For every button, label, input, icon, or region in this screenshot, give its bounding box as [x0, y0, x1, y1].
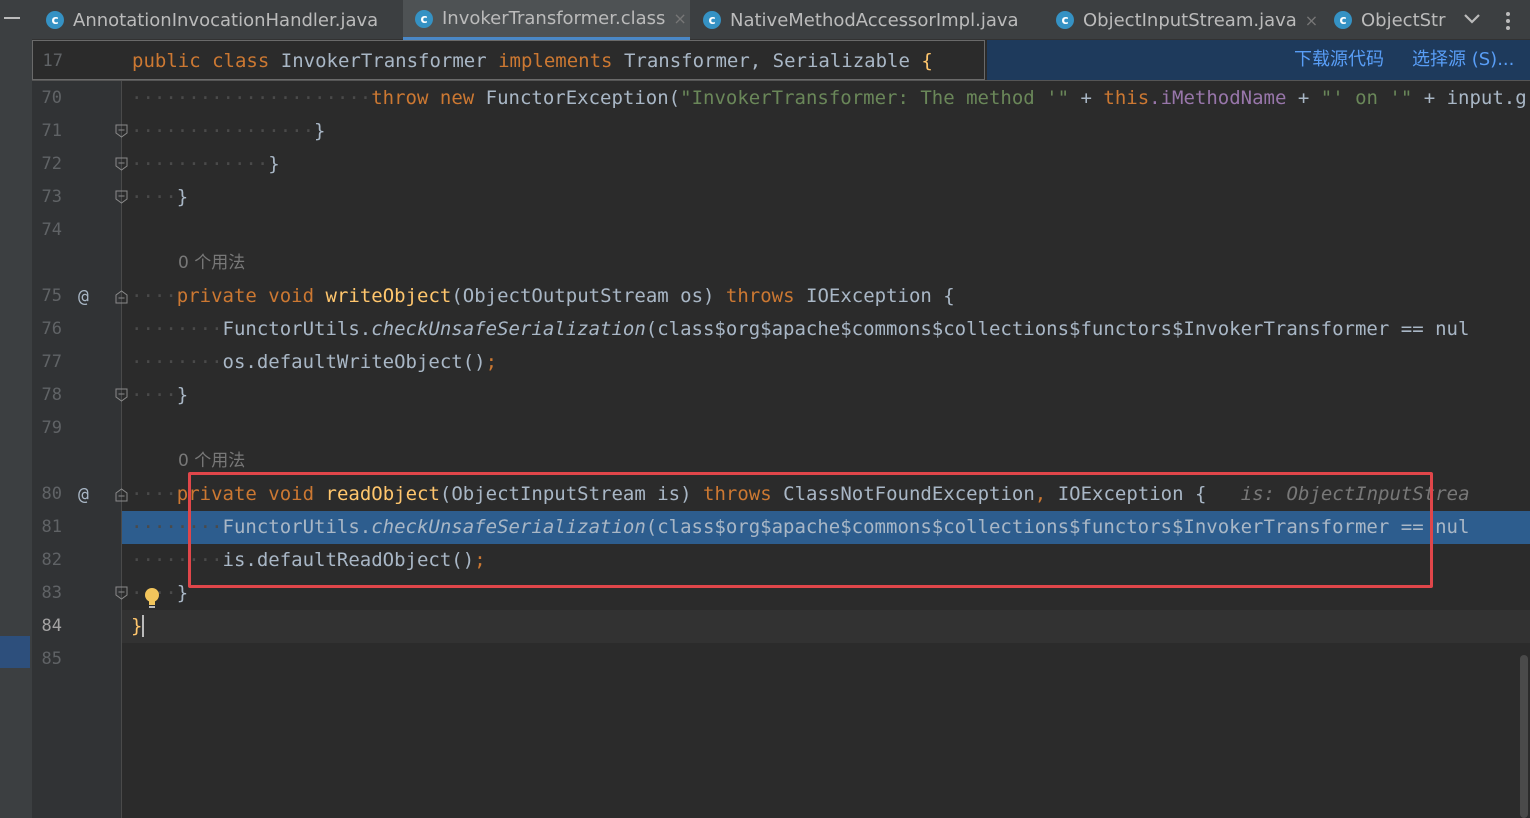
close-icon[interactable]: × — [1027, 11, 1028, 30]
tab-label: AnnotationInvocationHandler.java — [73, 9, 379, 31]
code-line-76[interactable]: ········FunctorUtils.checkUnsafeSerializ… — [131, 313, 1530, 346]
brace: } — [176, 582, 189, 604]
line-number[interactable]: 76 — [32, 313, 62, 346]
line-number[interactable]: 80 — [32, 478, 62, 511]
sticky-line-frame[interactable]: 17 public class InvokerTransformer imple… — [32, 40, 985, 80]
code-line-74[interactable] — [131, 214, 1530, 247]
string-literal: "InvokerTransformer: The method '" — [680, 87, 1070, 109]
line-number[interactable]: 81 — [32, 511, 62, 544]
class-reference: FunctorUtils. — [222, 318, 372, 340]
brace: } — [268, 153, 280, 175]
sticky-code: public class InvokerTransformer implemen… — [132, 50, 933, 72]
string-literal: "' on '" — [1320, 87, 1413, 109]
code-line-70[interactable]: ·····················throw new FunctorEx… — [131, 82, 1530, 115]
line-number[interactable]: 77 — [32, 346, 62, 379]
line-number[interactable]: 78 — [32, 379, 62, 412]
fold-start-icon[interactable] — [115, 488, 128, 502]
code-line-71[interactable]: ················} — [131, 115, 1530, 148]
usage-hint[interactable]: 0 个用法 — [178, 247, 245, 280]
tab-native-method-accessor-impl[interactable]: c NativeMethodAccessorImpl.java × — [703, 0, 1028, 40]
editor-tab-bar: c AnnotationInvocationHandler.java c Inv… — [32, 0, 1530, 40]
line-number: 17 — [42, 51, 63, 71]
keyword: throws — [725, 285, 795, 307]
tool-window-marker — [0, 636, 30, 668]
override-marker-icon[interactable]: @ — [78, 478, 89, 511]
static-method-call: checkUnsafeSerialization — [371, 318, 646, 340]
arguments: (class$org$apache$commons$collections$fu… — [645, 318, 1470, 340]
class-icon: c — [703, 11, 721, 29]
line-number[interactable]: 73 — [32, 181, 62, 214]
line-number[interactable]: 71 — [32, 115, 62, 148]
method-name: writeObject — [325, 285, 452, 307]
lightbulb-icon[interactable] — [143, 587, 161, 611]
line-number[interactable]: 75 — [32, 280, 62, 313]
vertical-scrollbar[interactable] — [1520, 655, 1528, 818]
class-name: InvokerTransformer — [280, 50, 487, 72]
code-line-75[interactable]: ····private void writeObject(ObjectOutpu… — [131, 280, 1530, 313]
line-number[interactable]: 79 — [32, 412, 62, 445]
more-vertical-icon[interactable] — [1502, 10, 1514, 32]
close-icon[interactable]: × — [673, 9, 686, 28]
fold-end-icon[interactable] — [115, 124, 128, 138]
tab-label: ObjectStr — [1361, 9, 1446, 31]
fold-end-icon[interactable] — [115, 190, 128, 204]
tab-annotation-invocation-handler[interactable]: c AnnotationInvocationHandler.java — [46, 0, 386, 40]
line-number[interactable]: 74 — [32, 214, 62, 247]
code-line-73[interactable]: ····} — [131, 181, 1530, 214]
fold-end-icon[interactable] — [115, 586, 128, 600]
tab-label: NativeMethodAccessorImpl.java — [730, 9, 1019, 31]
parameters: (ObjectOutputStream os) — [451, 285, 715, 307]
sticky-class-header: 17 public class InvokerTransformer imple… — [32, 40, 1530, 81]
method-call: os.defaultWriteObject() — [222, 351, 486, 373]
brace: } — [176, 384, 189, 406]
fold-end-icon[interactable] — [115, 388, 128, 402]
brace: } — [314, 120, 326, 142]
minimize-icon[interactable] — [4, 17, 20, 19]
keyword: private — [176, 285, 257, 307]
code-line-84[interactable]: } — [131, 610, 1530, 643]
code-line-77[interactable]: ········os.defaultWriteObject(); — [131, 346, 1530, 379]
field-reference: .iMethodName — [1149, 87, 1287, 109]
annotation-highlight-box — [188, 472, 1433, 588]
keyword: this — [1103, 87, 1150, 109]
keyword: throw — [371, 87, 429, 109]
line-number[interactable]: 82 — [32, 544, 62, 577]
exception-type: IOException { — [806, 285, 955, 307]
constructor-call: FunctorException( — [485, 87, 681, 109]
class-icon: c — [46, 11, 64, 29]
line-number[interactable]: 83 — [32, 577, 62, 610]
override-marker-icon[interactable]: @ — [78, 280, 89, 313]
download-source-link[interactable]: 下载源代码 — [1294, 40, 1384, 80]
chevron-down-icon[interactable] — [1462, 7, 1482, 31]
fold-start-icon[interactable] — [115, 290, 128, 304]
code-line-85[interactable] — [131, 643, 1530, 676]
decompiled-banner: 下载源代码 选择源 (S)... — [987, 40, 1530, 80]
code-line-79[interactable] — [131, 412, 1530, 445]
left-tool-strip — [0, 0, 32, 818]
code-line-78[interactable]: ····} — [131, 379, 1530, 412]
choose-source-link[interactable]: 选择源 (S)... — [1412, 40, 1514, 80]
close-icon[interactable]: × — [1305, 11, 1318, 30]
line-number[interactable]: 72 — [32, 148, 62, 181]
semicolon: ; — [485, 351, 498, 373]
class-icon: c — [1056, 11, 1074, 29]
keyword: new — [439, 87, 475, 109]
text-caret — [142, 615, 144, 637]
code-line-72[interactable]: ············} — [131, 148, 1530, 181]
tab-label: InvokerTransformer.class — [442, 8, 666, 29]
tab-label: ObjectInputStream.java — [1083, 9, 1297, 31]
tab-object-input-stream[interactable]: c ObjectInputStream.java × — [1056, 0, 1328, 40]
tab-object-stream-truncated[interactable]: c ObjectStr — [1334, 0, 1448, 40]
line-number[interactable]: 85 — [32, 643, 62, 676]
class-icon: c — [1334, 11, 1352, 29]
keyword: void — [268, 285, 315, 307]
class-icon: c — [415, 9, 433, 28]
line-number[interactable]: 70 — [32, 82, 62, 115]
line-number-current[interactable]: 84 — [32, 610, 62, 643]
fold-end-icon[interactable] — [115, 157, 128, 171]
tab-invoker-transformer[interactable]: c InvokerTransformer.class × — [403, 0, 690, 40]
brace: } — [176, 186, 189, 208]
code-text: input.g — [1446, 87, 1527, 109]
brace: } — [131, 615, 143, 637]
